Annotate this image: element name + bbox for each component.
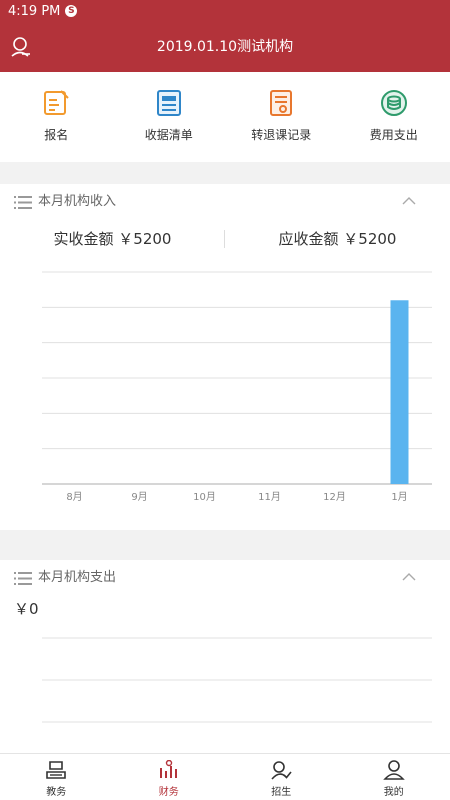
bottom-tab-bar: 教务 财务 招生 我的 [0,753,450,800]
teaching-icon [46,761,67,779]
income-card-title: 本月机构收入 [38,194,117,209]
tab-finance[interactable]: 财务 [113,754,226,800]
transfer-record-icon [270,90,293,116]
actual-amount: 实收金额 ￥5200 [53,230,172,248]
expense-card-header[interactable]: 本月机构支出 [0,560,450,596]
bar-5[interactable] [390,300,409,484]
x-tick-label: 1月 [391,491,407,503]
income-card-header[interactable]: 本月机构收入 [0,184,450,220]
x-tick-label: 11月 [258,491,281,503]
tab-enrollment[interactable]: 招生 [225,754,338,800]
status-time: 4:19 PM [8,3,61,19]
receivable-amount: 应收金额 ￥5200 [278,230,397,248]
expense-card-title: 本月机构支出 [38,570,117,585]
enrollment-icon [271,761,292,780]
x-tick-label: 9月 [131,491,147,503]
expense-card: 本月机构支出 ￥0 [0,560,450,753]
income-amounts: 实收金额 ￥5200 应收金额 ￥5200 [0,220,450,258]
status-bar: 4:19 PM S [0,0,450,22]
page-title: 2019.01.10测试机构 [156,39,294,55]
x-tick-label: 8月 [66,491,82,503]
shortcut-bar: 报名 收据清单 转退课记录 费用支出 [0,72,450,162]
shortcut-expense[interactable]: 费用支出 [338,72,450,162]
list-icon [14,196,32,209]
expense-total: ￥0 [14,600,39,618]
signup-icon [44,90,69,115]
tab-teaching[interactable]: 教务 [0,754,113,800]
shortcut-signup[interactable]: 报名 [0,72,113,162]
x-tick-label: 12月 [323,491,346,503]
expense-chart-grid [42,637,432,723]
tab-profile[interactable]: 我的 [338,754,450,800]
shortcut-receipt-list[interactable]: 收据清单 [113,72,226,162]
chevron-up-icon[interactable] [402,572,416,582]
notification-badge: S [65,5,78,17]
profile-icon [382,760,405,780]
expense-icon [380,90,407,116]
receipt-list-icon [156,90,181,116]
shortcut-transfer-record[interactable]: 转退课记录 [225,72,338,162]
app-header: 2019.01.10测试机构 [0,22,450,72]
chevron-up-icon[interactable] [402,196,416,206]
income-bar-chart: 8月 9月 10月 11月 12月 1月 [42,271,432,503]
x-tick-label: 10月 [193,491,216,503]
finance-icon [159,760,177,778]
income-card: 本月机构收入 实收金额 ￥5200 应收金额 ￥5200 8月 9月 10月 11月 1… [0,184,450,530]
list-icon [14,572,32,585]
